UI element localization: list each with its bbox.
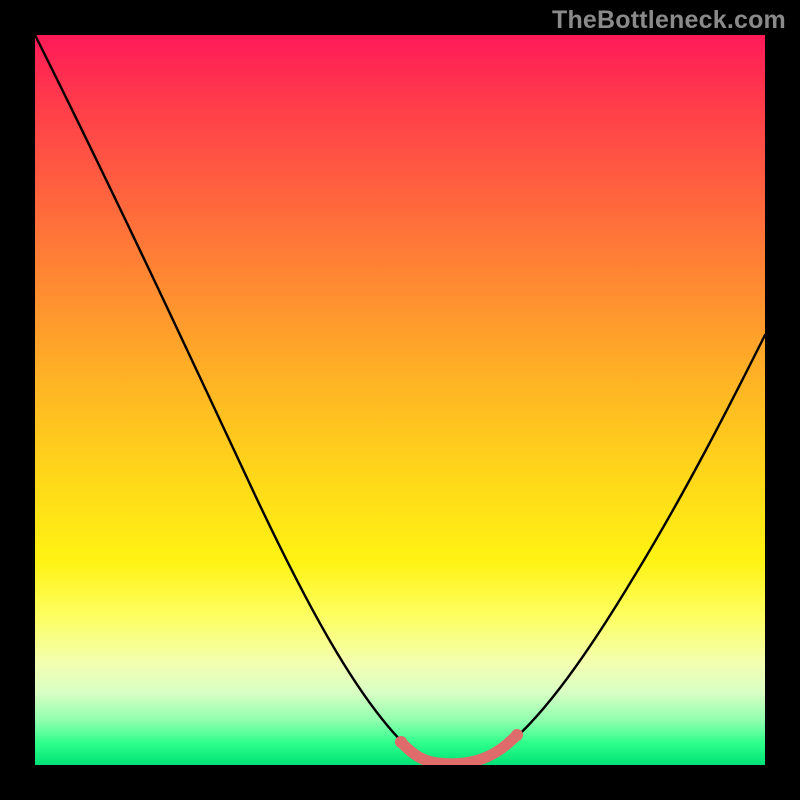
highlight-end-dot [511, 729, 523, 741]
optimal-range-highlight [401, 735, 517, 764]
watermark-text: TheBottleneck.com [552, 6, 786, 35]
highlight-start-dot [395, 736, 407, 748]
curve-layer [35, 35, 765, 765]
bottleneck-curve [35, 35, 765, 764]
bottleneck-chart [35, 35, 765, 765]
